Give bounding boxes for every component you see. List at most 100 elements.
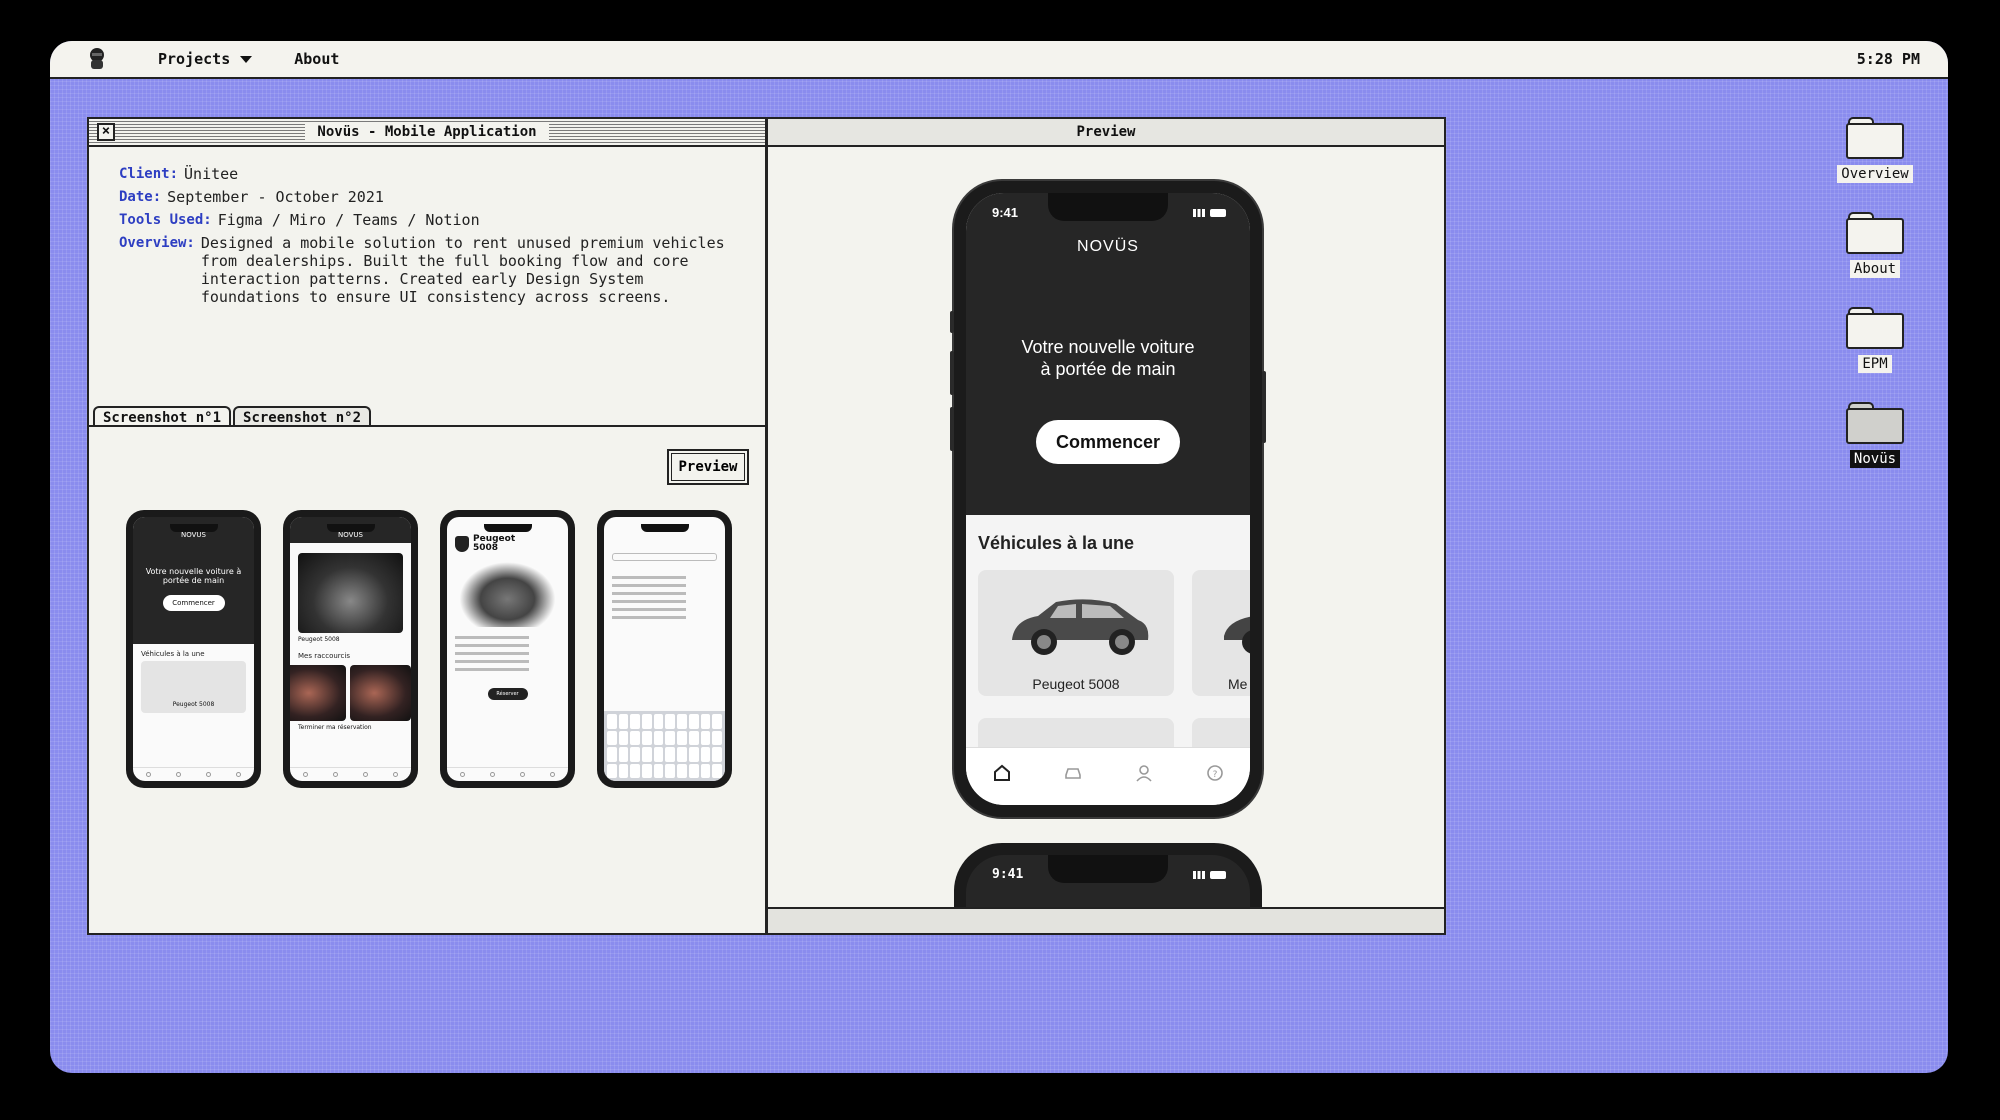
client-value: Ünitee: [184, 165, 239, 183]
thumb-vehicle-model: 5008: [473, 543, 499, 553]
app-brand: NOVÜS: [1077, 238, 1139, 255]
preview-window-title: Preview: [1076, 124, 1136, 140]
help-icon[interactable]: ?: [1205, 763, 1225, 783]
project-window-title: Novüs - Mobile Application: [305, 124, 549, 140]
desktop-folder-label: About: [1849, 260, 1901, 278]
thumb-car-photo: [298, 553, 403, 633]
project-window: × Novüs - Mobile Application Client: Üni…: [87, 117, 767, 935]
vehicle-card-label: Peugeot 5008: [1032, 676, 1120, 692]
client-label: Client:: [119, 166, 179, 182]
thumb-results: [604, 567, 725, 628]
screenshot-thumb-detail[interactable]: Peugeot 5008 Réserver: [440, 510, 575, 788]
car-image: [1224, 616, 1250, 654]
projects-menu[interactable]: Projects: [158, 50, 253, 68]
tab-divider: [89, 425, 765, 427]
menu-bar: Projects About 5:28 PM: [50, 41, 1948, 79]
phone-side-button: [950, 311, 954, 333]
tab-bar: ?: [966, 747, 1250, 805]
folder-icon: [1846, 402, 1904, 444]
desktop-folder-label: EPM: [1858, 355, 1892, 373]
car-image: [1012, 599, 1149, 655]
phone-side-button: [950, 351, 954, 395]
screenshot-thumb-home[interactable]: NOVÜS Votre nouvelle voiture à portée de…: [126, 510, 261, 788]
tab-screenshot-1[interactable]: Screenshot n°1: [93, 406, 232, 427]
thumb-shortcut-label: Terminer ma réservation: [298, 724, 372, 731]
tools-label: Tools Used:: [119, 212, 212, 228]
overview-label: Overview:: [119, 235, 195, 251]
phone-notch: [483, 524, 532, 532]
thumb-tab-bar: [290, 767, 411, 781]
signal-icon: [1193, 870, 1205, 879]
featured-section-title: Véhicules à la une: [978, 533, 1135, 553]
thumb-vehicle-title: Peugeot 5008: [447, 517, 568, 553]
phone-notch: [169, 524, 218, 532]
projects-menu-label: Projects: [158, 50, 231, 68]
project-window-titlebar[interactable]: × Novüs - Mobile Application: [89, 119, 765, 147]
about-menu[interactable]: About: [294, 50, 339, 68]
folder-icon: [1846, 307, 1904, 349]
home-icon[interactable]: [992, 763, 1012, 783]
signal-icon: [1193, 208, 1205, 217]
preview-window-footer: [768, 907, 1444, 933]
screenshot-thumb-search[interactable]: [597, 510, 732, 788]
desktop-folder-about[interactable]: About: [1830, 212, 1920, 278]
client-row: Client: Ünitee: [119, 165, 735, 183]
phone-notch: [1048, 855, 1168, 883]
thumb-search-field: [612, 553, 717, 561]
thumb-tab-bar: [133, 767, 254, 781]
thumb-details: [447, 627, 568, 680]
close-icon[interactable]: ×: [97, 123, 115, 141]
status-time: 9:41: [992, 867, 1024, 882]
project-info: Client: Ünitee Date: September - October…: [89, 147, 765, 306]
car-icon[interactable]: [1063, 763, 1083, 783]
vehicle-card[interactable]: Peugeot 5008: [978, 570, 1174, 696]
battery-icon: [1210, 870, 1226, 879]
caret-down-icon: [240, 55, 253, 63]
overview-value: Designed a mobile solution to rent unuse…: [200, 234, 725, 306]
screenshot-thumb-offer[interactable]: NOVÜS Peugeot 5008 Mes raccourcis Termin…: [283, 510, 418, 788]
folder-icon: [1846, 212, 1904, 254]
vehicle-card-label: Me: [1228, 676, 1248, 692]
desktop-folder-overview[interactable]: Overview: [1830, 117, 1920, 183]
peugeot-logo-icon: [455, 536, 469, 552]
date-value: September - October 2021: [167, 188, 384, 206]
date-row: Date: September - October 2021: [119, 188, 735, 206]
preview-window: Preview 9:41 NOVÜS Votre nouvelle voitur…: [766, 117, 1446, 935]
phone-mockup: 9:41 NOVÜS Votre nouvelle voiture à port…: [950, 181, 1266, 817]
desktop-folder-novus[interactable]: Novüs: [1830, 402, 1920, 468]
thumb-tagline: Votre nouvelle voiture à portée de main: [145, 567, 242, 585]
thumb-hero: NOVÜS Votre nouvelle voiture à portée de…: [133, 517, 254, 644]
thumb-screen: Peugeot 5008 Réserver: [447, 517, 568, 781]
phone-screen: 9:41 NOVÜS Votre nouvelle voiture à port…: [966, 193, 1250, 805]
date-label: Date:: [119, 189, 162, 205]
battery-icon: [1210, 208, 1226, 217]
hero-section: 9:41 NOVÜS Votre nouvelle voiture à port…: [966, 193, 1250, 515]
preview-button[interactable]: Preview: [667, 449, 749, 485]
phone-notch: [326, 524, 375, 532]
desktop-folder-epm[interactable]: EPM: [1830, 307, 1920, 373]
about-menu-label: About: [294, 50, 340, 68]
user-icon[interactable]: [1134, 763, 1154, 783]
thumb-keyboard: [604, 711, 725, 781]
preview-window-titlebar[interactable]: Preview: [768, 119, 1444, 147]
commencer-button[interactable]: Commencer: [1036, 420, 1180, 464]
thumb-shortcuts: [290, 665, 411, 721]
status-icons: [1193, 870, 1226, 879]
thumb-caption: Peugeot 5008: [298, 636, 340, 643]
thumb-cta: Commencer: [162, 595, 225, 611]
thumb-screen: NOVÜS Peugeot 5008 Mes raccourcis Termin…: [290, 517, 411, 781]
screenshot-gallery: NOVÜS Votre nouvelle voiture à portée de…: [126, 510, 732, 788]
vehicle-card[interactable]: Me: [1192, 570, 1250, 696]
tab-screenshot-2[interactable]: Screenshot n°2: [233, 406, 372, 427]
phone-side-button: [950, 407, 954, 451]
app-logo-icon[interactable]: [84, 46, 110, 72]
phone-side-button: [1262, 371, 1266, 443]
phone-notch: [1048, 193, 1168, 221]
desktop-folder-label: Novüs: [1849, 450, 1901, 468]
hero-tagline-line1: Votre nouvelle voiture: [1021, 337, 1195, 357]
thumb-tab-bar: [447, 767, 568, 781]
thumb-section-title: Mes raccourcis: [298, 652, 350, 660]
thumb-car-card: Peugeot 5008: [141, 660, 246, 713]
tools-row: Tools Used: Figma / Miro / Teams / Notio…: [119, 211, 735, 229]
thumb-car-image: [453, 557, 562, 627]
